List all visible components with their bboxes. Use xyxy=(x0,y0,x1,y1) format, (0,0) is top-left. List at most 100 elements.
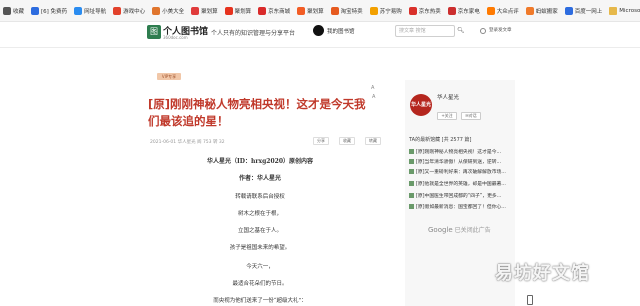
favorite-button[interactable]: 收藏 xyxy=(339,137,355,145)
bookmark-label[interactable]: 大众点评 xyxy=(497,7,519,15)
favicon-icon xyxy=(447,6,456,15)
bookmark-label[interactable]: Microsoft xyxy=(619,8,640,14)
repost-button[interactable]: 转藏 xyxy=(365,137,381,145)
bookmark-label[interactable]: 小美大全 xyxy=(162,7,184,15)
article-title-text: 刚刚神秘人物亮相央视！这才是今天我们最该追的星！ xyxy=(148,97,366,128)
user-icon[interactable] xyxy=(480,28,486,34)
share-button[interactable]: 分享 xyxy=(313,137,329,145)
article-paragraph: 转载请联系后台授权 xyxy=(235,194,285,200)
bookmark-item[interactable]: 网址导航 xyxy=(71,0,110,21)
list-item[interactable]: [原]刚刚神秘人物亮相央视！这才是今... xyxy=(409,148,501,155)
search-icon[interactable]: 🔍︎ xyxy=(457,27,465,34)
favicon-icon xyxy=(224,6,233,15)
bookmark-item[interactable]: 京东家电 xyxy=(445,0,484,21)
article-author: 作者：华人星光 xyxy=(238,175,281,182)
bookmark-label[interactable]: [6] 免费药 xyxy=(41,7,67,15)
bookmark-label[interactable]: 京东热卖 xyxy=(419,7,441,15)
site-slogan: 个人只有的知识管理与分享平台 xyxy=(211,30,296,37)
thumbnail-icon xyxy=(409,159,414,164)
bookmarks-bar: 收藏 [6] 免费药 网址导航 游戏中心 小美大全 聚划算 聚划算 京东商城 聚划算 淘宝特卖 苏宁… xyxy=(0,0,640,22)
site-url: 360doc.com xyxy=(163,35,188,40)
favicon-icon xyxy=(330,6,339,15)
favicon-icon xyxy=(525,6,534,15)
bookmark-item[interactable]: 游戏中心 xyxy=(110,0,149,21)
ad-placeholder: Google 已关闭此广告 xyxy=(428,225,491,234)
article-paragraph: 孩子是祖国未来的希望。 xyxy=(229,245,291,251)
thumbnail-icon xyxy=(409,181,414,186)
favicon-icon xyxy=(486,6,495,15)
bookmark-item[interactable]: 京东热卖 xyxy=(406,0,445,21)
article-paragraph: 而央视为他们送来了一份“超级大礼”： xyxy=(213,298,307,304)
ad-closed-text: 已关闭此广告 xyxy=(454,227,491,234)
favicon-icon xyxy=(3,6,11,15)
bookmark-label[interactable]: 网址导航 xyxy=(84,7,106,15)
search-input[interactable]: 搜文章 搜馆 xyxy=(395,25,455,37)
list-item[interactable]: [原]中国医生带回成都的“四子”，更多... xyxy=(409,192,501,199)
favicon-icon xyxy=(258,6,267,15)
bookmark-item[interactable]: 小美大全 xyxy=(149,0,188,21)
bookmark-label[interactable]: 京东家电 xyxy=(458,7,480,15)
bookmark-item[interactable]: 大众点评 xyxy=(484,0,523,21)
thumbnail-icon xyxy=(409,169,414,174)
article-title: [原]刚刚神秘人物亮相央视！这才是今天我们最该追的星！ xyxy=(148,96,366,130)
avatar[interactable]: 华人星光 xyxy=(410,94,432,116)
bookmark-item[interactable]: 苏宁易购 xyxy=(367,0,406,21)
favicon-icon xyxy=(191,6,200,15)
bookmark-label[interactable]: 淘宝特卖 xyxy=(341,7,363,15)
phone-icon[interactable] xyxy=(527,295,533,305)
logo-icon[interactable]: 图 xyxy=(147,25,161,39)
bookmark-label[interactable]: 苏宁易购 xyxy=(380,7,402,15)
bookmark-item[interactable]: [6] 免费药 xyxy=(28,0,71,21)
article-paragraph: 最适合花朵们的节日。 xyxy=(232,281,288,287)
favicon-icon xyxy=(369,6,378,15)
original-tag: [原] xyxy=(148,97,171,111)
message-button[interactable]: ✉对话 xyxy=(461,112,481,120)
vip-badge: VIP专享 xyxy=(157,73,181,80)
thumbnail-icon xyxy=(409,149,414,154)
bookmark-label[interactable]: 聚划算 xyxy=(307,7,324,15)
latest-collection-heading: TA的最新馆藏 [共 2577 篇] xyxy=(409,137,472,143)
list-item[interactable]: [原]假如最新消息：国宝都回了！但你心... xyxy=(409,203,506,210)
list-item[interactable]: [原]又一重磅利好来：再次破解解放市场... xyxy=(409,168,506,175)
site-header: 图 个人图书馆 360doc.com 个人只有的知识管理与分享平台 我的图书馆 … xyxy=(0,22,640,48)
folder-icon xyxy=(609,6,618,15)
bookmark-label[interactable]: 聚划算 xyxy=(201,7,218,15)
thumbnail-icon xyxy=(409,193,414,198)
favicon-icon xyxy=(564,6,573,15)
list-item[interactable]: [原]当年清华骄傲！从保研到送，逆转... xyxy=(409,158,501,165)
bookmark-item[interactable]: 淘宝特卖 xyxy=(328,0,367,21)
bookmark-item[interactable]: 京东商城 xyxy=(255,0,294,21)
font-size-toggle-small[interactable]: A xyxy=(372,94,375,100)
bookmark-label[interactable]: 蚂蚁搬家 xyxy=(536,7,558,15)
bookmark-item[interactable]: 聚划算 xyxy=(222,0,256,21)
favicon-icon xyxy=(113,6,122,15)
bookmark-item[interactable]: 聚划算 xyxy=(188,0,222,21)
author-name[interactable]: 华人星光 xyxy=(437,93,459,101)
bookmark-label[interactable]: 百度一网上 xyxy=(575,7,603,15)
bookmark-label[interactable]: 收藏 xyxy=(13,7,24,15)
library-icon[interactable] xyxy=(313,25,324,36)
bookmark-item[interactable]: 收藏 xyxy=(0,0,28,21)
login-link[interactable]: 登录发文章 xyxy=(489,27,512,33)
article-paragraph: 今天六一， xyxy=(246,264,274,270)
bookmark-item[interactable]: Microsoft xyxy=(606,0,640,21)
list-item[interactable]: [原]他就是全世界的英雄，却是中国最著... xyxy=(409,180,506,187)
bookmark-item[interactable]: 聚划算 xyxy=(294,0,328,21)
my-library-link[interactable]: 我的图书馆 xyxy=(327,27,355,35)
bookmark-label[interactable]: 聚划算 xyxy=(235,7,252,15)
font-size-toggle[interactable]: A xyxy=(371,85,374,91)
article-paragraph: 立国之基在于人。 xyxy=(237,228,282,234)
favicon-icon xyxy=(152,6,161,15)
favicon-icon xyxy=(408,6,417,15)
bookmark-item[interactable]: 蚂蚁搬家 xyxy=(523,0,562,21)
favicon-icon xyxy=(74,6,83,15)
bookmark-label[interactable]: 京东商城 xyxy=(268,7,290,15)
google-label: Google xyxy=(428,226,453,234)
favicon-icon xyxy=(31,6,40,15)
bookmark-label[interactable]: 游戏中心 xyxy=(123,7,145,15)
bookmark-item[interactable]: 百度一网上 xyxy=(562,0,607,21)
favicon-icon xyxy=(297,6,306,15)
article-source: 华人星光（ID：hrxg2020）原创内容 xyxy=(206,158,313,165)
article-meta: 2021-06-01 华人星光 阅 753 转 32 xyxy=(150,140,225,145)
follow-button[interactable]: +关注 xyxy=(437,112,457,120)
